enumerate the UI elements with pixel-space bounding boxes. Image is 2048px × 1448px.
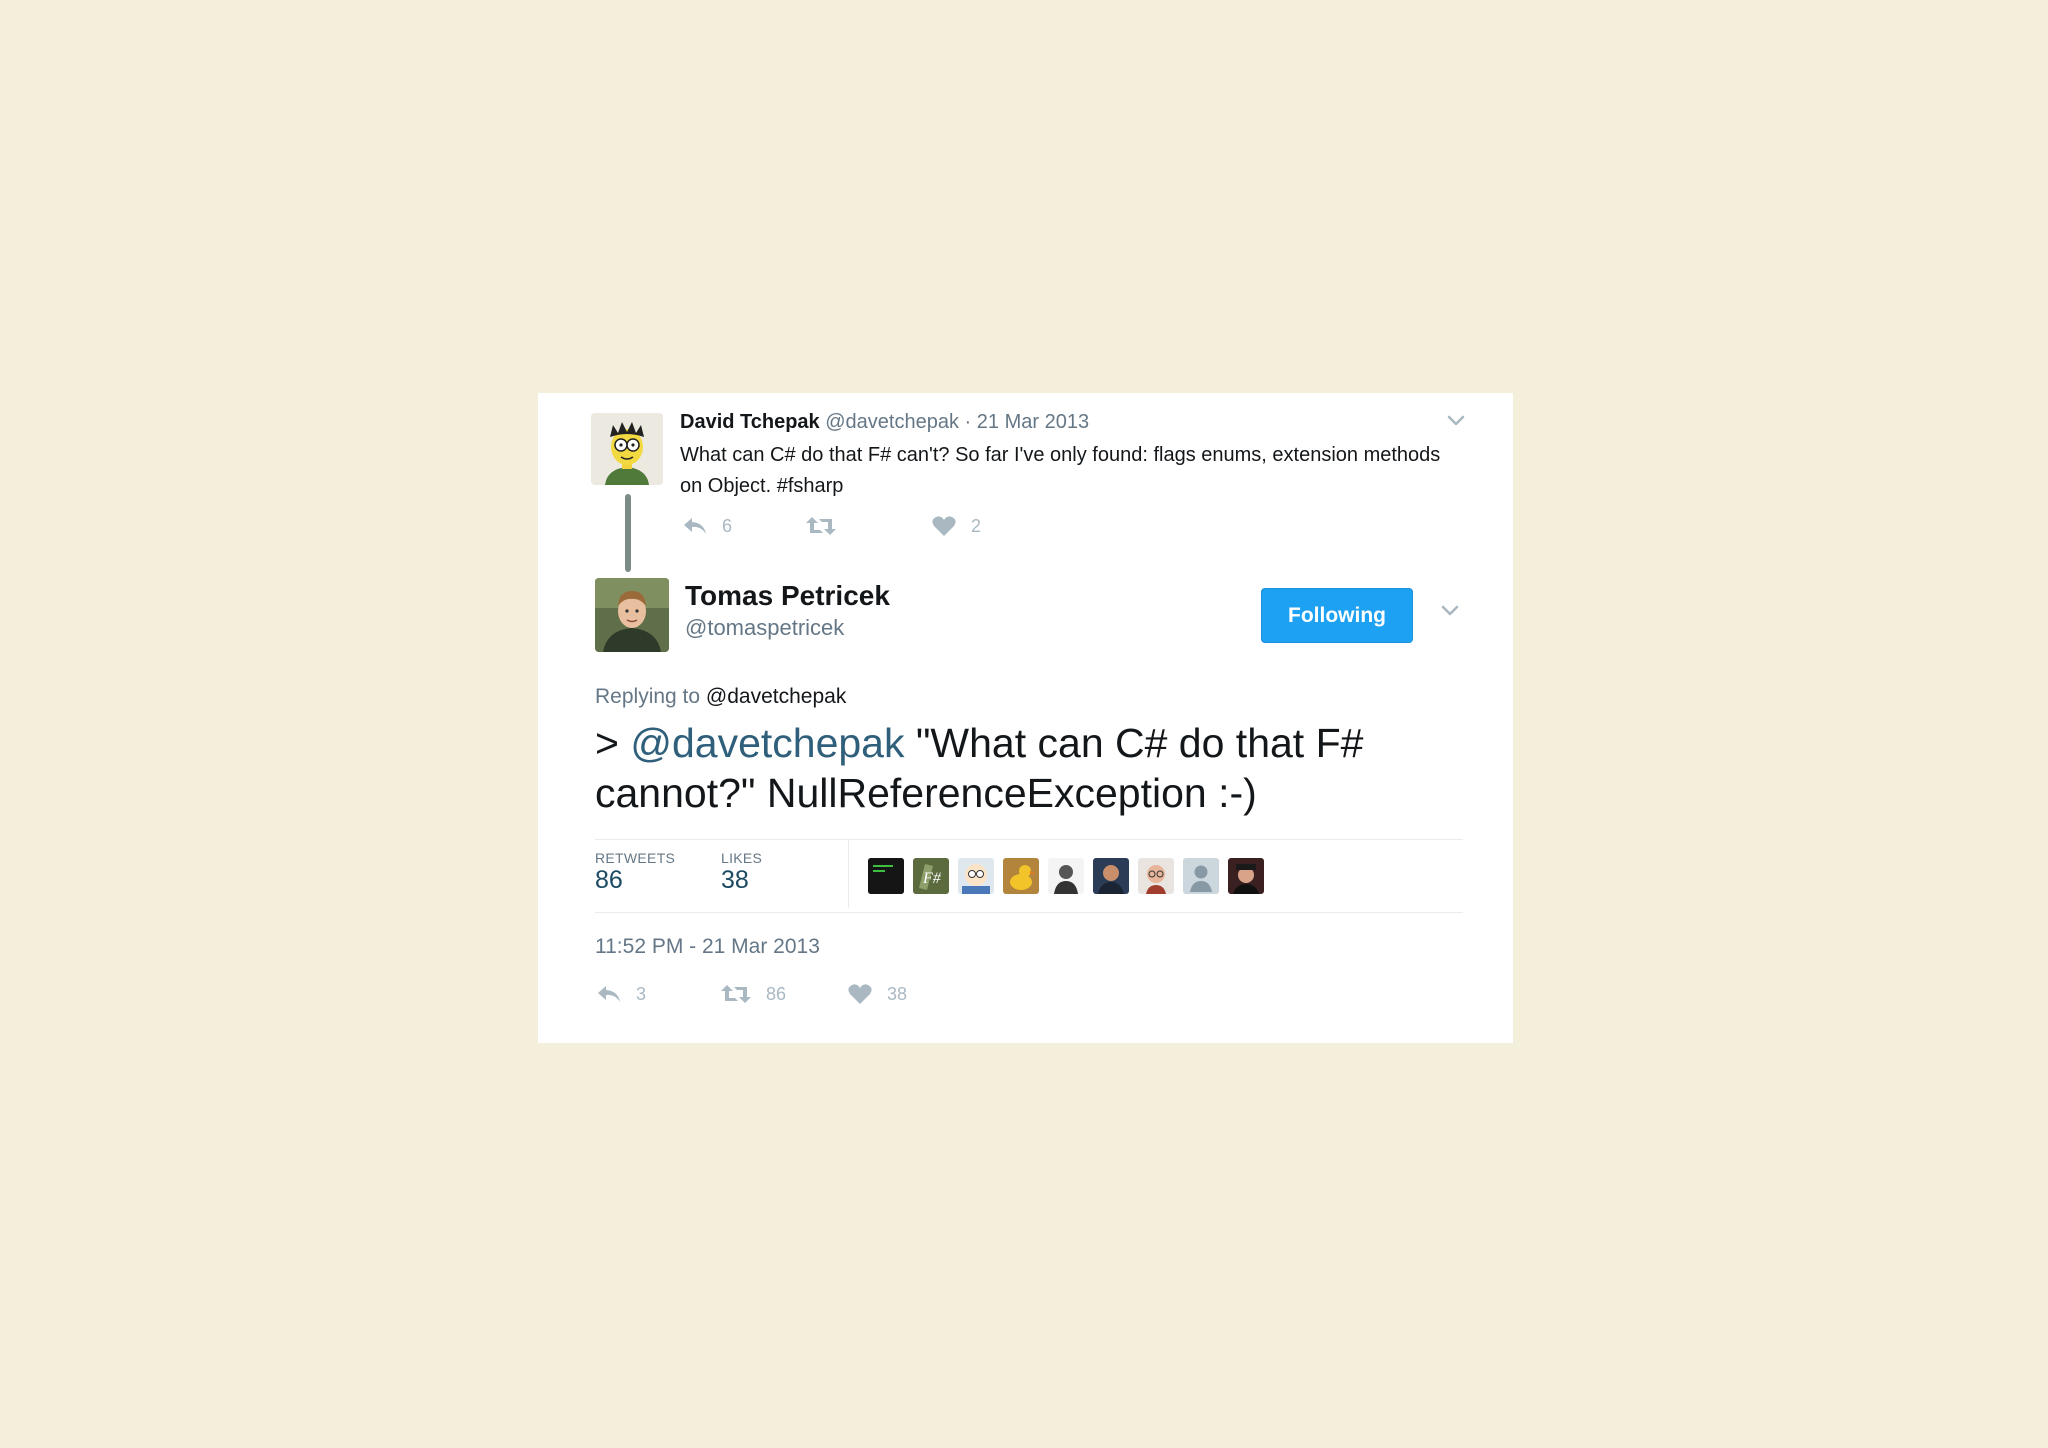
tweet-text-mention[interactable]: @davetchepak (630, 720, 904, 766)
parent-author-name[interactable]: David Tchepak (680, 411, 820, 433)
likes-value: 38 (721, 866, 749, 894)
main-retweet-action[interactable]: 86 (720, 983, 786, 1005)
main-reply-action[interactable]: 3 (596, 983, 646, 1005)
main-reply-count: 3 (636, 983, 647, 1004)
parent-like-action[interactable]: 2 (931, 515, 981, 537)
parent-tweet-header: David Tchepak @davetchepak · 21 Mar 2013 (680, 411, 1089, 434)
stats-bottom-divider (595, 912, 1463, 913)
parent-like-count: 2 (971, 515, 982, 536)
main-author-name[interactable]: Tomas Petricek (685, 580, 890, 612)
stats-vertical-divider (848, 840, 849, 908)
tweet-card: David Tchepak @davetchepak · 21 Mar 2013… (538, 393, 1513, 1043)
parent-more-chevron-icon[interactable] (1443, 408, 1469, 434)
replying-to-line: Replying to @davetchepak (595, 685, 846, 709)
parent-reply-count: 6 (722, 515, 733, 536)
replying-to-mention[interactable]: @davetchepak (706, 685, 846, 708)
parent-tweet-text: What can C# do that F# can't? So far I'v… (680, 444, 1441, 497)
liker-avatar-cartoon-face[interactable] (958, 858, 994, 894)
heart-icon (932, 516, 956, 536)
liker-avatar-person-1[interactable] (1048, 858, 1084, 894)
liker-avatar-person-4[interactable] (1228, 858, 1264, 894)
main-author-handle[interactable]: @tomaspetricek (685, 615, 844, 641)
parent-retweet-action[interactable] (805, 515, 851, 537)
liker-avatar-terminal[interactable] (868, 858, 904, 894)
parent-author-avatar[interactable] (591, 413, 663, 485)
liker-avatar-duck[interactable] (1003, 858, 1039, 894)
heart-icon (848, 984, 872, 1004)
replying-label: Replying to (595, 685, 701, 708)
parent-reply-action[interactable]: 6 (682, 515, 732, 537)
retweets-label: RETWEETS (595, 850, 676, 866)
parent-tweet-date[interactable]: 21 Mar 2013 (977, 411, 1089, 433)
reply-icon (684, 518, 706, 534)
retweet-icon (721, 985, 751, 1003)
header-separator: · (964, 411, 972, 433)
liker-avatar-person-3[interactable] (1138, 858, 1174, 894)
parent-author-handle[interactable]: @davetchepak (825, 411, 959, 433)
following-button[interactable]: Following (1261, 588, 1413, 643)
main-tweet-text: > @davetchepak "What can C# do that F# c… (595, 718, 1475, 818)
liker-avatar-person-2[interactable] (1093, 858, 1129, 894)
main-more-chevron-icon[interactable] (1437, 598, 1463, 624)
main-retweet-count: 86 (766, 983, 787, 1004)
reply-icon (598, 986, 620, 1002)
tweet-timestamp[interactable]: 11:52 PM - 21 Mar 2013 (595, 935, 820, 959)
liker-avatar-default[interactable] (1183, 858, 1219, 894)
likes-label: LIKES (721, 850, 763, 866)
main-author-avatar[interactable] (595, 578, 669, 652)
svg-text:F#: F# (922, 870, 942, 887)
retweets-value: 86 (595, 866, 623, 894)
retweet-icon (806, 517, 836, 535)
stats-top-divider (595, 839, 1463, 840)
thread-connector (625, 494, 631, 572)
tweet-text-prefix: > (595, 720, 631, 766)
liker-avatar-fsharp[interactable]: F# (913, 858, 949, 894)
main-like-count: 38 (887, 983, 908, 1004)
likes-stat[interactable]: LIKES 38 (721, 850, 762, 895)
main-like-action[interactable]: 38 (847, 983, 907, 1005)
retweets-stat[interactable]: RETWEETS 86 (595, 850, 675, 895)
